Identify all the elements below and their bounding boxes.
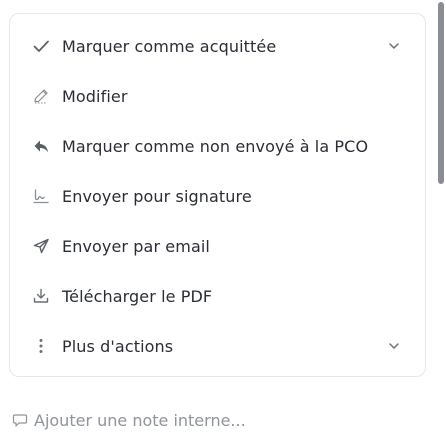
- send-for-signature-button[interactable]: Envoyer pour signature: [10, 171, 425, 221]
- more-actions-button[interactable]: Plus d'actions: [10, 321, 425, 371]
- check-icon: [32, 37, 50, 55]
- mark-not-sent-pco-button[interactable]: Marquer comme non envoyé à la PCO: [10, 121, 425, 171]
- edit-label: Modifier: [62, 86, 128, 106]
- mark-as-acknowledged-label: Marquer comme acquittée: [62, 36, 277, 56]
- download-icon: [32, 287, 50, 305]
- reply-arrow-icon: [32, 137, 50, 155]
- edit-button[interactable]: Modifier: [10, 71, 425, 121]
- actions-menu-card: Marquer comme acquittée Modifier Marquer…: [9, 13, 426, 377]
- more-vertical-icon: [32, 337, 50, 355]
- scrollbar-thumb[interactable]: [438, 2, 444, 184]
- send-icon: [32, 237, 50, 255]
- scrollbar[interactable]: [436, 0, 446, 437]
- signature-icon: [32, 187, 50, 205]
- send-by-email-button[interactable]: Envoyer par email: [10, 221, 425, 271]
- pencil-icon: [32, 87, 50, 105]
- note-placeholder: Ajouter une note interne...: [34, 410, 246, 430]
- send-for-signature-label: Envoyer pour signature: [62, 186, 252, 206]
- chevron-down-icon[interactable]: [387, 339, 401, 353]
- download-pdf-label: Télécharger le PDF: [62, 286, 213, 306]
- chevron-down-icon[interactable]: [387, 39, 401, 53]
- more-actions-label: Plus d'actions: [62, 336, 174, 356]
- add-internal-note-input[interactable]: Ajouter une note interne...: [12, 408, 246, 432]
- comment-icon: [12, 412, 28, 428]
- mark-not-sent-pco-label: Marquer comme non envoyé à la PCO: [62, 136, 369, 156]
- mark-as-acknowledged-button[interactable]: Marquer comme acquittée: [10, 21, 425, 71]
- send-by-email-label: Envoyer par email: [62, 236, 210, 256]
- download-pdf-button[interactable]: Télécharger le PDF: [10, 271, 425, 321]
